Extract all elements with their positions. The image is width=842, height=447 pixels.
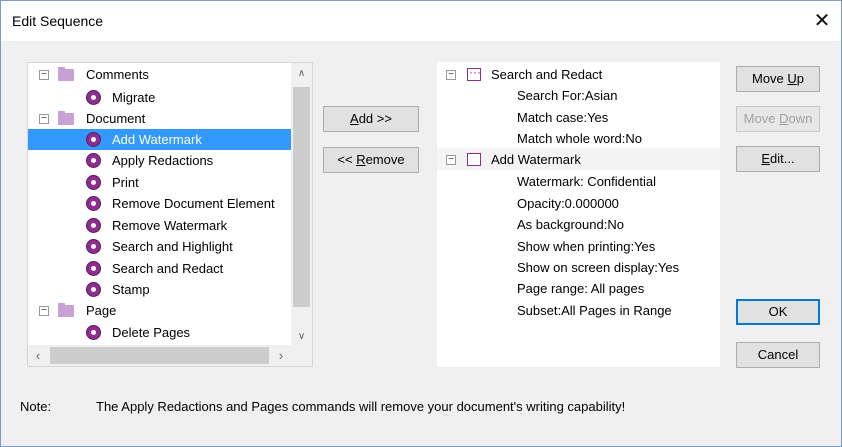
remove-label: emove <box>365 152 405 167</box>
commands-tree[interactable]: − Comments Migrate − Document Add Waterm… <box>27 62 313 367</box>
close-icon[interactable]: ✕ <box>807 7 837 35</box>
command-icon <box>86 325 101 340</box>
command-icon <box>86 239 101 254</box>
folder-icon <box>58 67 74 81</box>
folder-icon <box>58 303 74 317</box>
step-options-icon <box>467 62 481 83</box>
detail-text: Search For:Asian <box>517 88 618 103</box>
step-checkbox-icon <box>467 153 481 166</box>
tree-label: Delete Pages <box>112 325 191 340</box>
tree-label: Comments <box>86 67 149 82</box>
detail-text: Match whole word:No <box>517 131 642 146</box>
collapse-icon[interactable]: − <box>39 114 49 124</box>
step-title: Add Watermark <box>491 152 581 167</box>
command-icon <box>86 90 101 105</box>
collapse-icon[interactable]: − <box>39 306 49 316</box>
sequence-step-add-watermark[interactable]: − Add Watermark <box>437 149 720 170</box>
tree-label: Remove Document Element <box>112 196 275 211</box>
move-up-button[interactable]: Move Up <box>736 66 820 92</box>
command-icon <box>86 282 101 297</box>
title-bar: Edit Sequence ✕ <box>1 1 841 41</box>
command-icon <box>86 153 101 168</box>
horizontal-scrollbar[interactable]: ‹ › <box>28 345 291 366</box>
edit-accel: E <box>761 151 771 166</box>
detail-text: Page range: All pages <box>517 281 645 296</box>
folder-icon <box>58 111 74 125</box>
detail-text: Match case:Yes <box>517 110 609 125</box>
sequence-step-search-and-redact[interactable]: − Search and Redact <box>437 62 720 85</box>
tree-label: Print <box>112 175 139 190</box>
tree-label: Migrate <box>112 90 156 105</box>
add-accel: A <box>350 111 359 126</box>
remove-button[interactable]: << Remove <box>323 147 419 173</box>
remove-accel: R <box>356 152 366 167</box>
tree-label: Add Watermark <box>112 132 202 147</box>
move-up-label: p <box>796 71 805 86</box>
ok-button[interactable]: OK <box>736 299 820 325</box>
collapse-icon[interactable]: − <box>446 70 456 80</box>
sequence-list[interactable]: − Search and Redact Search For:Asian Mat… <box>437 62 720 367</box>
tree-label: Search and Highlight <box>112 239 233 254</box>
detail-text: Show when printing:Yes <box>517 239 656 254</box>
note-label: Note: <box>20 399 52 414</box>
edit-button[interactable]: Edit... <box>736 146 820 172</box>
move-down-button[interactable]: Move Down <box>736 106 820 132</box>
tree-label: Page <box>86 303 117 318</box>
collapse-icon[interactable]: − <box>446 155 456 165</box>
commands-tree-list: − Comments Migrate − Document Add Waterm… <box>28 63 291 346</box>
detail-text: Opacity:0.000000 <box>517 196 619 211</box>
tree-label: Apply Redactions <box>112 153 214 168</box>
scroll-up-icon[interactable]: ∧ <box>291 65 312 83</box>
move-down-label: own <box>788 111 813 126</box>
edit-label: dit... <box>770 151 795 166</box>
remove-prefix: << <box>337 152 357 167</box>
tree-command-add-watermark[interactable]: Add Watermark <box>28 129 291 150</box>
command-icon <box>86 132 101 147</box>
command-icon <box>86 261 101 276</box>
step-title: Search and Redact <box>491 67 603 82</box>
detail-text: As background:No <box>517 217 624 232</box>
scroll-left-icon[interactable]: ‹ <box>28 345 48 366</box>
dialog-title: Edit Sequence <box>12 13 104 29</box>
detail-text: Show on screen display:Yes <box>517 260 680 275</box>
vertical-scroll-thumb[interactable] <box>293 87 310 307</box>
cancel-button[interactable]: Cancel <box>736 342 820 368</box>
scroll-right-icon[interactable]: › <box>271 345 291 366</box>
note-text: The Apply Redactions and Pages commands … <box>96 399 626 414</box>
command-icon <box>86 175 101 190</box>
scroll-down-icon[interactable]: ∨ <box>291 328 312 346</box>
move-down-prefix: Move <box>743 111 780 126</box>
vertical-scrollbar[interactable]: ∧ ∨ <box>291 63 312 346</box>
tree-label: Remove Watermark <box>112 218 228 233</box>
move-up-prefix: Move <box>751 71 788 86</box>
add-button[interactable]: Add >> <box>323 106 419 132</box>
move-up-accel: U <box>787 71 797 86</box>
detail-text: Subset:All Pages in Range <box>517 303 672 318</box>
edit-sequence-dialog: Edit Sequence ✕ − Comments Migrate − Doc… <box>0 0 842 447</box>
collapse-icon[interactable]: − <box>39 70 49 80</box>
tree-label: Stamp <box>112 282 150 297</box>
scrollbar-corner <box>291 345 312 366</box>
add-label: dd >> <box>358 111 392 126</box>
detail-text: Watermark: Confidential <box>517 174 656 189</box>
tree-label: Document <box>86 111 146 126</box>
command-icon <box>86 218 101 233</box>
tree-label: Search and Redact <box>112 261 224 276</box>
horizontal-scroll-thumb[interactable] <box>50 347 269 364</box>
command-icon <box>86 196 101 211</box>
